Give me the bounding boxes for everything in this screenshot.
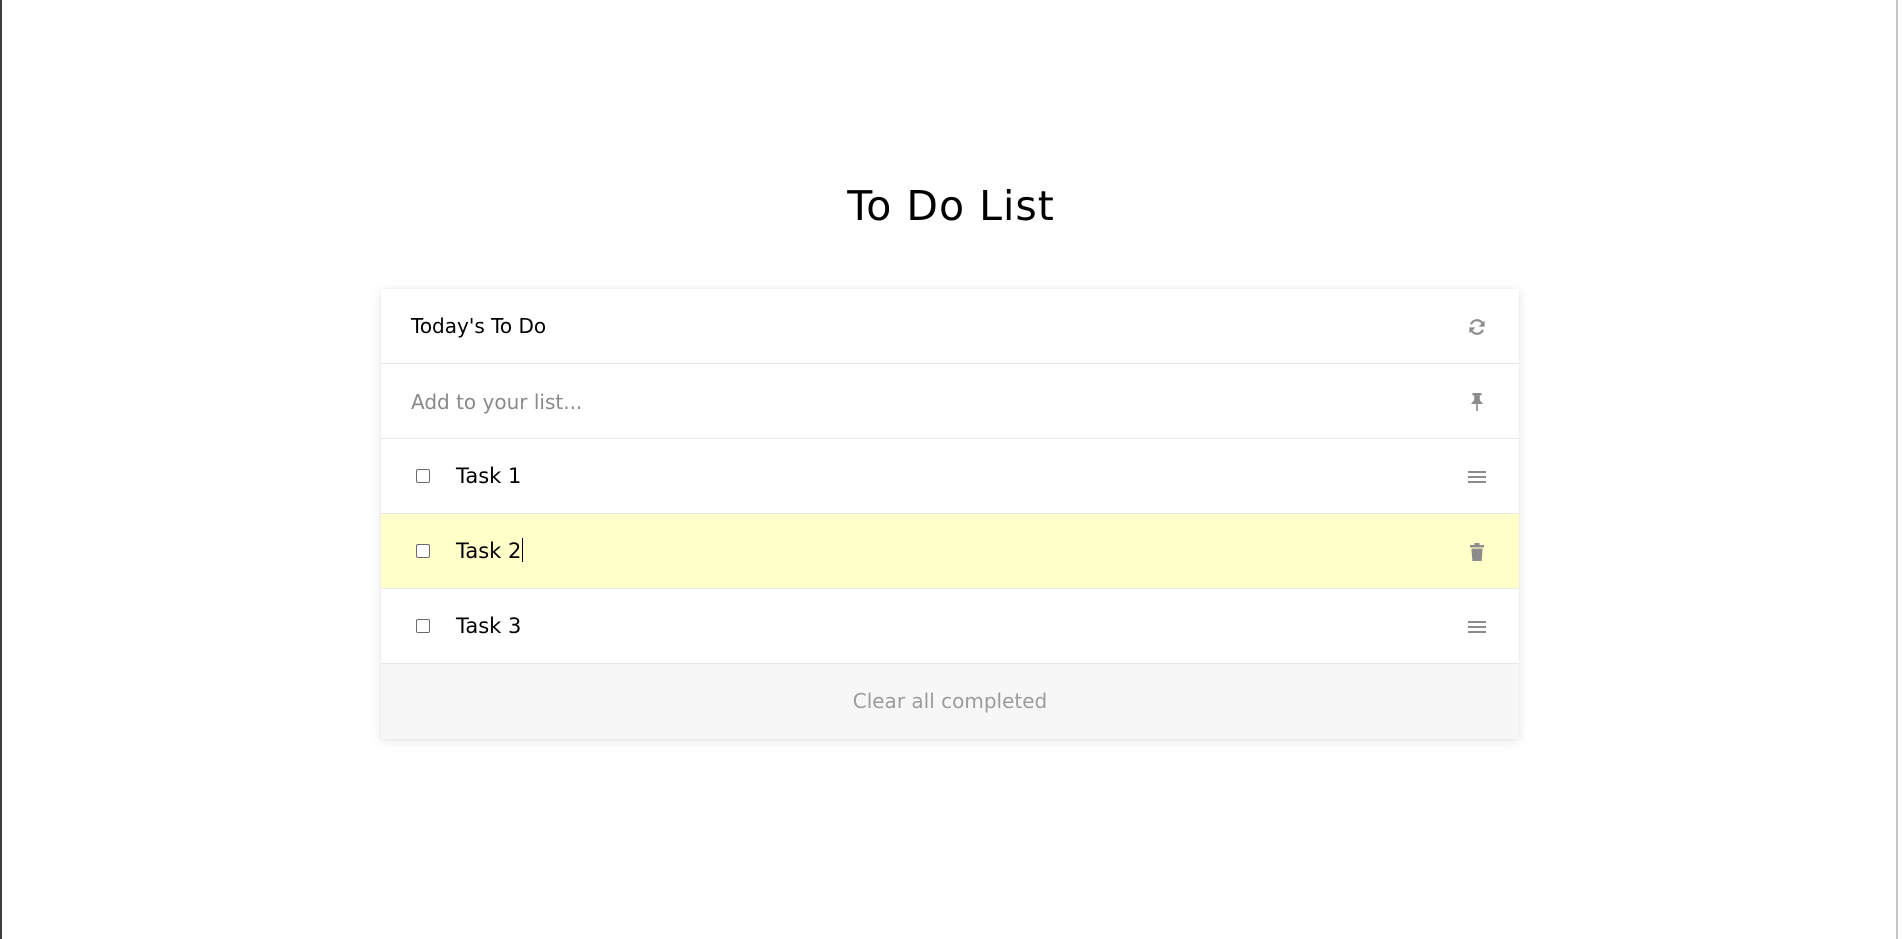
pin-icon[interactable] [1465, 364, 1489, 439]
refresh-icon[interactable] [1465, 289, 1489, 364]
todo-card: Today's To Do Task 1 [381, 289, 1519, 739]
task-label[interactable]: Task 1 [456, 439, 521, 514]
add-item-input[interactable] [411, 382, 1431, 422]
add-item-row [381, 364, 1519, 439]
task-label[interactable]: Task 3 [456, 589, 521, 664]
card-header: Today's To Do [381, 289, 1519, 364]
task-checkbox[interactable] [416, 469, 430, 483]
task-checkbox[interactable] [416, 619, 430, 633]
task-checkbox[interactable] [416, 544, 430, 558]
window-scrollbar-edge [1896, 0, 1898, 939]
drag-handle-icon[interactable] [1465, 589, 1489, 664]
task-label-editing[interactable]: Task 2 [456, 514, 524, 589]
drag-handle-icon[interactable] [1465, 439, 1489, 514]
trash-icon[interactable] [1465, 514, 1489, 589]
task-row-2[interactable]: Task 2 [381, 514, 1519, 589]
page-title: To Do List [847, 182, 1055, 230]
task-label[interactable]: Task 2 [456, 539, 521, 563]
window-left-edge [0, 0, 2, 939]
text-caret [522, 538, 524, 562]
card-footer: Clear all completed [381, 664, 1519, 739]
task-row-1[interactable]: Task 1 [381, 439, 1519, 514]
task-row-3[interactable]: Task 3 [381, 589, 1519, 664]
list-title: Today's To Do [411, 314, 547, 338]
clear-completed-button[interactable]: Clear all completed [853, 664, 1048, 739]
